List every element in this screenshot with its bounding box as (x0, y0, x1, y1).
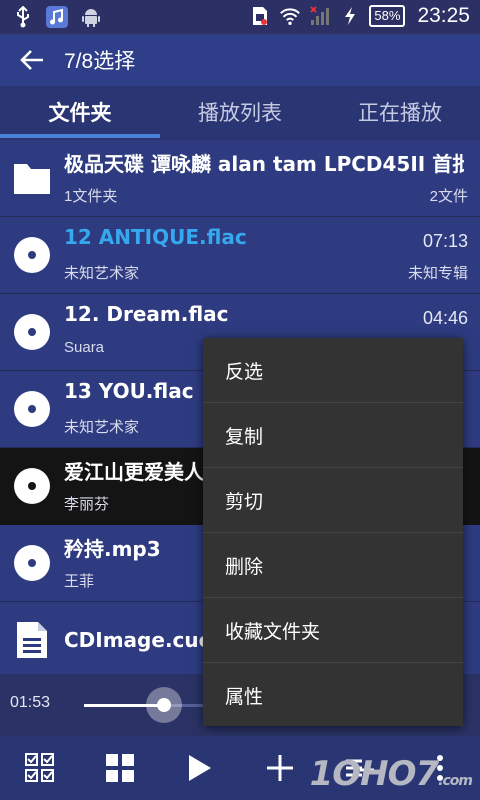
list-item-track[interactable]: 12 ANTIQUE.flac 未知艺术家 07:13 未知专辑 (0, 217, 480, 294)
disc-icon (14, 391, 50, 427)
menu-item-invert-selection[interactable]: 反选 (203, 338, 463, 403)
list-item-album: 未知专辑 (407, 265, 468, 282)
list-item-subtitle: 1文件夹 (64, 188, 118, 205)
wifi-icon (279, 5, 301, 27)
play-button[interactable] (160, 736, 240, 800)
usb-icon (12, 6, 34, 28)
seek-thumb[interactable] (157, 698, 171, 712)
select-all-button[interactable] (0, 736, 80, 800)
add-icon (267, 755, 293, 781)
selection-count-title: 7/8选择 (64, 50, 136, 73)
list-item-duration: 07:13 (422, 231, 468, 251)
tab-playlists[interactable]: 播放列表 (160, 86, 320, 138)
play-icon (189, 755, 211, 781)
tab-folders[interactable]: 文件夹 (0, 86, 160, 138)
android-icon (80, 6, 102, 28)
list-item-artist: 未知艺术家 (64, 419, 140, 436)
tab-now-playing[interactable]: 正在播放 (320, 86, 480, 138)
disc-icon (14, 237, 50, 273)
charging-icon (339, 5, 361, 27)
list-item-title: 极品天碟 谭咏麟 alan tam LPCD45II 首批… (64, 152, 464, 176)
arrow-left-icon (20, 50, 43, 70)
sim-card-icon (249, 5, 271, 27)
disc-icon (14, 468, 50, 504)
list-item-duration: 04:46 (422, 308, 468, 328)
tab-bar: 文件夹 播放列表 正在播放 (0, 86, 480, 138)
list-item-meta: 2文件 (429, 188, 468, 205)
menu-item-delete[interactable]: 删除 (203, 533, 463, 598)
grid-icon (106, 754, 134, 782)
context-menu: 反选 复制 剪切 删除 收藏文件夹 属性 (203, 338, 463, 726)
list-item-title: 12. Dream.flac (64, 302, 229, 326)
clock: 23:25 (417, 4, 470, 27)
elapsed-time: 01:53 (10, 694, 51, 711)
battery-level: 58% (369, 5, 406, 27)
cue-file-icon (17, 622, 47, 658)
disc-icon (14, 314, 50, 350)
app-bar: 7/8选择 (0, 34, 480, 86)
list-item-artist: 王菲 (64, 573, 95, 590)
disc-icon (14, 545, 50, 581)
add-button[interactable] (240, 736, 320, 800)
menu-item-cut[interactable]: 剪切 (203, 468, 463, 533)
signal-icon (309, 5, 331, 27)
watermark-text: 1OHO7 (309, 754, 440, 794)
select-all-icon (25, 753, 54, 782)
music-app-icon (46, 6, 68, 28)
grid-view-button[interactable] (80, 736, 160, 800)
menu-item-favorite-folder[interactable]: 收藏文件夹 (203, 598, 463, 663)
list-item-title: 12 ANTIQUE.flac (64, 225, 247, 249)
menu-item-properties[interactable]: 属性 (203, 663, 463, 727)
watermark-suffix: .com (438, 773, 473, 789)
menu-item-copy[interactable]: 复制 (203, 403, 463, 468)
list-item-artist: 未知艺术家 (64, 265, 140, 282)
status-bar: 58% 23:25 (0, 0, 480, 34)
folder-icon (14, 164, 50, 194)
list-item-folder[interactable]: 极品天碟 谭咏麟 alan tam LPCD45II 首批… 1文件夹 2文件 (0, 140, 480, 217)
back-button[interactable] (0, 34, 64, 86)
list-item-artist: Suara (64, 339, 105, 356)
list-item-artist: 李丽芬 (64, 496, 110, 513)
watermark-logo: 1OHO7.com (309, 754, 473, 794)
